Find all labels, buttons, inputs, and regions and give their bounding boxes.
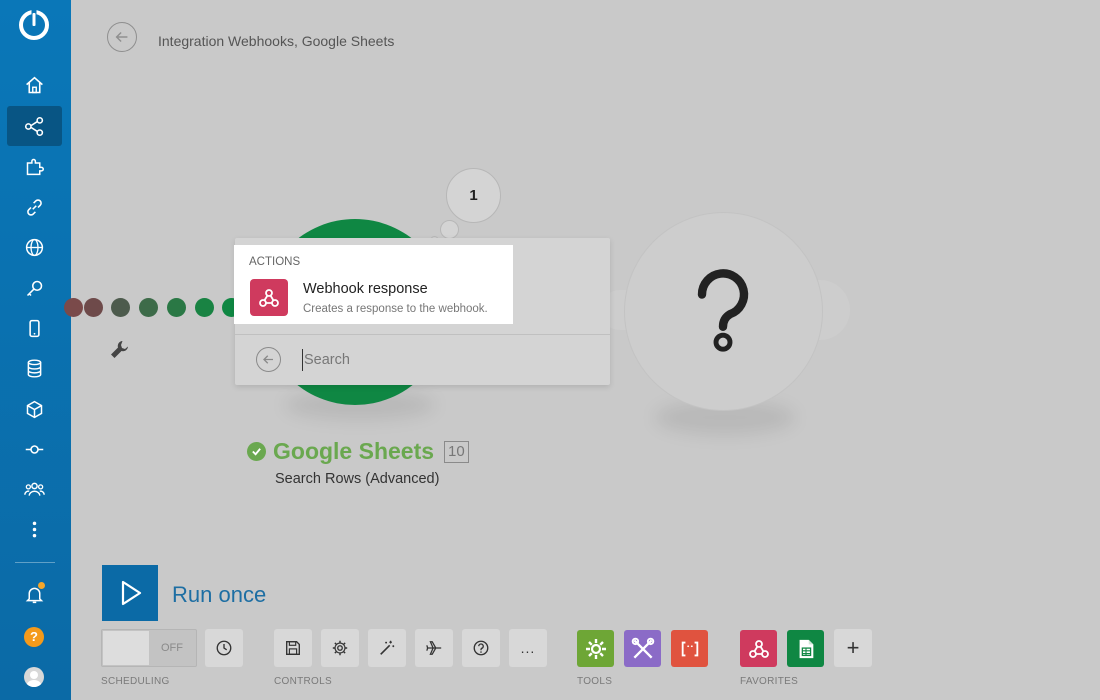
favorite-google-sheets-button[interactable] [787,630,824,667]
scheduling-state: OFF [161,642,183,654]
more-vertical-icon [32,521,37,537]
sidebar-divider [15,562,55,563]
question-circle-icon [473,640,489,656]
auto-align-button[interactable] [368,629,406,667]
connector-dot [139,298,158,317]
notification-dot [38,582,45,589]
tools-cross-icon [631,637,654,659]
sidebar: ? [0,0,71,700]
users-icon [24,482,45,496]
sidebar-item-scenarios[interactable] [7,106,62,146]
search-input[interactable] [302,349,592,371]
bubble-tail [440,220,459,239]
plus-icon: + [846,635,860,660]
sidebar-item-connections[interactable] [7,187,62,227]
wrench-icon[interactable] [108,338,132,367]
sidebar-item-notifications[interactable] [7,574,62,614]
key-icon [26,280,43,296]
home-icon [26,76,43,93]
popup-back-button[interactable] [256,347,281,372]
actions-section-label: ACTIONS [249,256,301,268]
add-favorite-button[interactable]: + [834,629,872,667]
tools-section-label: TOOLS [577,676,613,687]
tools-json-button[interactable] [671,630,708,667]
popup-divider [235,334,610,335]
tools-flow-control-button[interactable] [577,630,614,667]
connector-dot [84,298,103,317]
make-logo-icon[interactable] [17,8,51,42]
back-button[interactable] [107,22,137,52]
webhook-icon [250,279,288,316]
help-icon[interactable]: ? [24,627,44,647]
sidebar-item-team[interactable] [7,469,62,509]
sidebar-item-devices[interactable] [7,308,62,348]
magic-wand-icon [380,640,395,655]
sidebar-item-templates[interactable] [7,146,62,186]
module-name: Google Sheets [273,438,435,464]
connector-dot [167,298,186,317]
mobile-icon [29,319,40,337]
google-sheets-icon [799,639,813,658]
run-once-button[interactable] [102,565,158,621]
explain-flow-button[interactable] [415,629,453,667]
clock-icon [216,640,232,656]
connector-dot [64,298,83,317]
sidebar-item-keys[interactable] [7,268,62,308]
connector-dot [195,298,214,317]
run-once-label[interactable]: Run once [172,582,266,608]
help-button[interactable] [462,629,500,667]
toggle-knob [103,631,149,665]
arrow-left-icon [115,31,128,43]
google-sheets-label: Google Sheets 10 [247,438,469,465]
link-icon [27,198,42,216]
globe-icon [25,238,44,256]
sidebar-item-webhooks[interactable] [7,227,62,267]
settings-button[interactable] [321,629,359,667]
operation-count-bubble[interactable]: 1 [446,168,501,223]
play-icon [121,580,142,606]
schedule-clock-button[interactable] [205,629,243,667]
scheduling-section-label: SCHEDULING [101,676,170,687]
action-description: Creates a response to the webhook. [303,303,488,315]
sidebar-item-data-structures[interactable] [7,389,62,429]
tools-utilities-button[interactable] [624,630,661,667]
module-subtitle: Search Rows (Advanced) [275,471,440,487]
sidebar-item-data-stores[interactable] [7,348,62,388]
favorites-section-label: FAVORITES [740,676,799,687]
puzzle-icon [26,158,44,175]
favorite-webhooks-button[interactable] [740,630,777,667]
commit-icon [25,444,44,454]
save-icon [286,641,300,655]
question-mark-icon [697,269,749,352]
controls-section-label: CONTROLS [274,676,332,687]
empty-module[interactable] [625,213,822,410]
sidebar-item-custom-apps[interactable] [7,429,62,469]
gear-icon [585,638,606,659]
brackets-icon [681,641,698,656]
avatar[interactable] [24,667,44,687]
airplane-icon [426,641,442,655]
database-icon [27,358,42,378]
sidebar-item-home[interactable] [7,65,62,105]
save-button[interactable] [274,629,312,667]
more-options-button[interactable]: ... [509,629,547,667]
connector-dot [111,298,130,317]
share-nodes-icon [24,116,44,136]
arrow-left-icon [263,355,273,364]
page-title: Integration Webhooks, Google Sheets [158,33,395,49]
gear-icon [332,640,348,656]
webhook-icon [748,639,769,658]
check-circle-icon [247,442,266,461]
module-id-badge: 10 [444,440,469,463]
more-horizontal-icon: ... [520,640,536,656]
sidebar-item-more[interactable] [7,509,62,549]
action-title: Webhook response [303,281,428,297]
cube-icon [26,400,43,418]
